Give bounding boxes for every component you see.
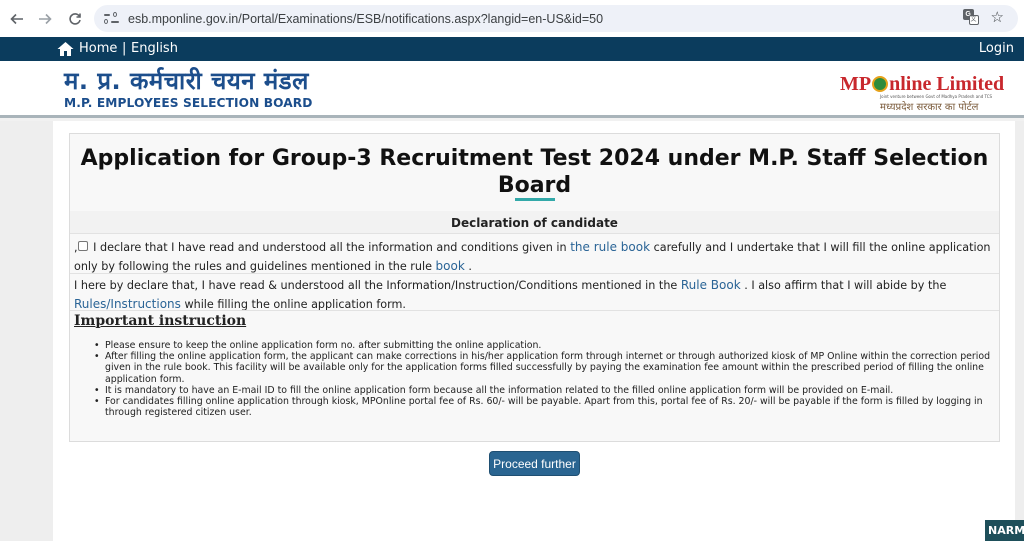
declaration-text: . — [464, 260, 472, 273]
mp-emblem-icon — [872, 76, 889, 92]
reload-icon — [69, 12, 81, 25]
site-info-icon[interactable] — [104, 11, 120, 26]
logo-english-text[interactable]: M.P. EMPLOYEES SELECTION BOARD — [64, 96, 313, 110]
important-instruction-heading: Important instruction — [74, 313, 247, 329]
cursor-underline — [515, 198, 555, 201]
instruction-item: For candidates filling online applicatio… — [90, 396, 1000, 418]
instruction-item: Please ensure to keep the online applica… — [90, 340, 1000, 351]
arrow-left-icon — [10, 13, 23, 24]
nav-home-link[interactable]: Home — [79, 41, 117, 56]
browser-toolbar: esb.mponline.gov.in/Portal/Examinations/… — [0, 0, 1024, 37]
forward-button[interactable] — [34, 8, 56, 30]
mponline-logo-prefix: MP — [840, 73, 872, 95]
site-nav-bar: Home | English Login — [0, 37, 1024, 61]
arrow-right-icon — [39, 13, 52, 24]
declaration-checkbox[interactable] — [77, 241, 88, 251]
page-title: Application for Group-3 Recruitment Test… — [80, 146, 989, 198]
reload-button[interactable] — [64, 8, 86, 30]
rules-instructions-link[interactable]: Rules/Instructions — [74, 297, 181, 311]
instruction-item: It is mandatory to have an E-mail ID to … — [90, 385, 1000, 396]
logo-hindi-text[interactable]: म. प्र. कर्मचारी चयन मंडल — [64, 67, 309, 95]
divider — [70, 233, 999, 234]
instruction-item: After filling the online application for… — [90, 351, 1000, 385]
translate-icon[interactable]: G文 — [962, 9, 979, 25]
declaration-2: I here by declare that, I have read & un… — [74, 276, 998, 314]
declaration-text: I declare that I have read and understoo… — [89, 241, 571, 254]
proceed-further-button[interactable]: Proceed further — [489, 451, 580, 476]
home-icon[interactable] — [57, 41, 74, 57]
instruction-list: Please ensure to keep the online applica… — [90, 340, 1000, 418]
site-header: म. प्र. कर्मचारी चयन मंडल M.P. EMPLOYEES… — [0, 61, 1024, 118]
nav-login-link[interactable]: Login — [979, 41, 1014, 56]
corner-badge[interactable]: NARM — [985, 520, 1024, 541]
url-text[interactable]: esb.mponline.gov.in/Portal/Examinations/… — [128, 12, 603, 26]
nav-language-link[interactable]: English — [131, 41, 178, 56]
back-button[interactable] — [6, 8, 28, 30]
book-link[interactable]: book — [436, 259, 465, 273]
declaration-1: , I declare that I have read and underst… — [74, 238, 998, 276]
declaration-text: I here by declare that, I have read & un… — [74, 279, 681, 292]
declaration-text: . I also affirm that I will abide by the — [740, 279, 947, 292]
mponline-hindi-text: मध्यप्रदेश सरकार का पोर्टल — [880, 102, 979, 113]
divider — [70, 273, 999, 274]
rule-book-link[interactable]: the rule book — [570, 240, 650, 254]
divider — [70, 310, 999, 311]
declaration-heading: Declaration of candidate — [451, 216, 618, 230]
mponline-logo-suffix: nline Limited — [889, 73, 1005, 95]
nav-separator: | — [122, 41, 127, 56]
rule-book-link-2[interactable]: Rule Book — [681, 278, 741, 292]
bookmark-star-icon[interactable]: ☆ — [991, 9, 1004, 25]
mponline-logo[interactable]: MP nline Limited — [840, 73, 1004, 95]
address-bar[interactable]: esb.mponline.gov.in/Portal/Examinations/… — [94, 5, 1018, 32]
